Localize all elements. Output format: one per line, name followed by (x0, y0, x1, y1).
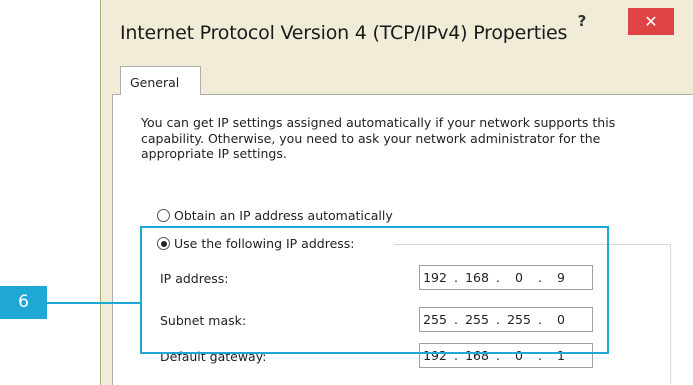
help-button[interactable]: ? (568, 10, 596, 32)
dialog-title: Internet Protocol Version 4 (TCP/IPv4) P… (120, 22, 568, 44)
close-icon: ✕ (644, 12, 658, 31)
close-button[interactable]: ✕ (628, 8, 674, 35)
obtain-auto-option[interactable]: Obtain an IP address automatically (157, 208, 393, 223)
annotation-highlight-box (140, 226, 609, 354)
obtain-auto-label: Obtain an IP address automatically (174, 208, 393, 223)
group-box-border-right (670, 244, 671, 384)
annotation-callout-number: 6 (0, 286, 47, 319)
tab-general[interactable]: General (120, 66, 201, 95)
description-text: You can get IP settings assigned automat… (141, 115, 616, 161)
obtain-auto-radio[interactable] (157, 209, 170, 222)
annotation-leader-line (47, 302, 140, 304)
